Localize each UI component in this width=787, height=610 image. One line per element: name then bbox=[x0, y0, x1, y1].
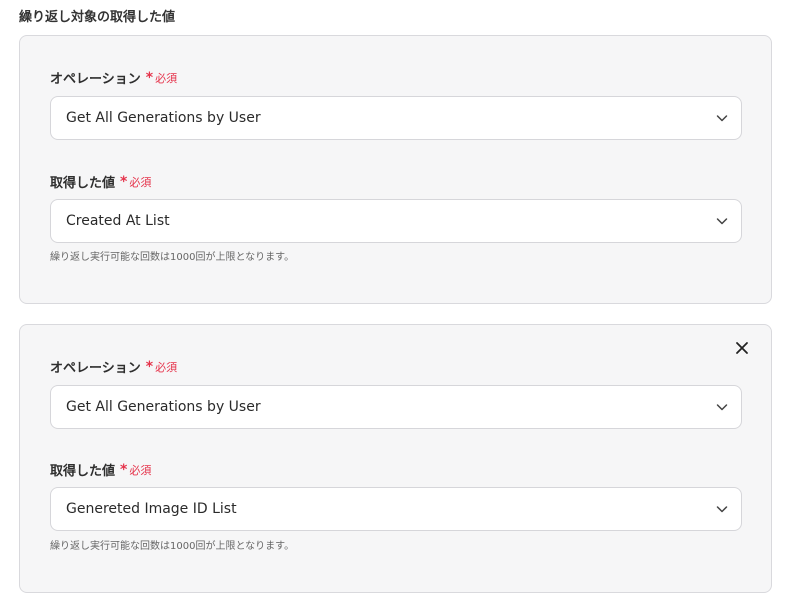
chevron-down-icon bbox=[716, 115, 728, 122]
loop-target-settings: 繰り返し対象の取得した値 オペレーション * 必須 Get All Genera… bbox=[0, 0, 787, 610]
loop-limit-help-text: 繰り返し実行可能な回数は1000回が上限となります。 bbox=[50, 252, 295, 263]
required-marker: * 必須 bbox=[146, 359, 177, 375]
value-label: 取得した値 * 必須 bbox=[50, 172, 151, 192]
operation-label: オペレーション * 必須 bbox=[50, 357, 177, 377]
required-text: 必須 bbox=[129, 175, 152, 189]
value-select[interactable]: Created At List bbox=[50, 199, 742, 243]
close-icon[interactable] bbox=[733, 339, 751, 357]
loop-limit-help-text: 繰り返し実行可能な回数は1000回が上限となります。 bbox=[50, 541, 295, 552]
value-label-text: 取得した値 bbox=[50, 176, 116, 191]
operation-label: オペレーション * 必須 bbox=[50, 68, 177, 88]
value-select-value: Created At List bbox=[66, 213, 170, 229]
value-label: 取得した値 * 必須 bbox=[50, 460, 151, 480]
required-star: * bbox=[145, 358, 154, 375]
operation-select-value: Get All Generations by User bbox=[66, 110, 261, 126]
value-select-value: Genereted Image ID List bbox=[66, 501, 237, 517]
loop-item-card-2: オペレーション * 必須 Get All Generations by User… bbox=[19, 324, 772, 593]
operation-label-text: オペレーション bbox=[50, 361, 141, 376]
required-star: * bbox=[145, 69, 154, 86]
required-marker: * 必須 bbox=[120, 462, 151, 478]
required-text: 必須 bbox=[155, 360, 178, 374]
section-title: 繰り返し対象の取得した値 bbox=[19, 10, 176, 25]
chevron-down-icon bbox=[716, 506, 728, 513]
operation-select[interactable]: Get All Generations by User bbox=[50, 96, 742, 140]
value-label-text: 取得した値 bbox=[50, 464, 116, 479]
required-star: * bbox=[120, 461, 128, 478]
value-select[interactable]: Genereted Image ID List bbox=[50, 487, 742, 531]
chevron-down-icon bbox=[716, 404, 728, 411]
operation-select-value: Get All Generations by User bbox=[66, 399, 261, 415]
required-text: 必須 bbox=[155, 71, 178, 85]
required-star: * bbox=[120, 173, 128, 190]
chevron-down-icon bbox=[716, 218, 728, 225]
required-text: 必須 bbox=[129, 463, 152, 477]
operation-label-text: オペレーション bbox=[50, 72, 141, 87]
operation-select[interactable]: Get All Generations by User bbox=[50, 385, 742, 429]
required-marker: * 必須 bbox=[146, 70, 177, 86]
loop-item-card-1: オペレーション * 必須 Get All Generations by User… bbox=[19, 35, 772, 304]
required-marker: * 必須 bbox=[120, 174, 151, 190]
